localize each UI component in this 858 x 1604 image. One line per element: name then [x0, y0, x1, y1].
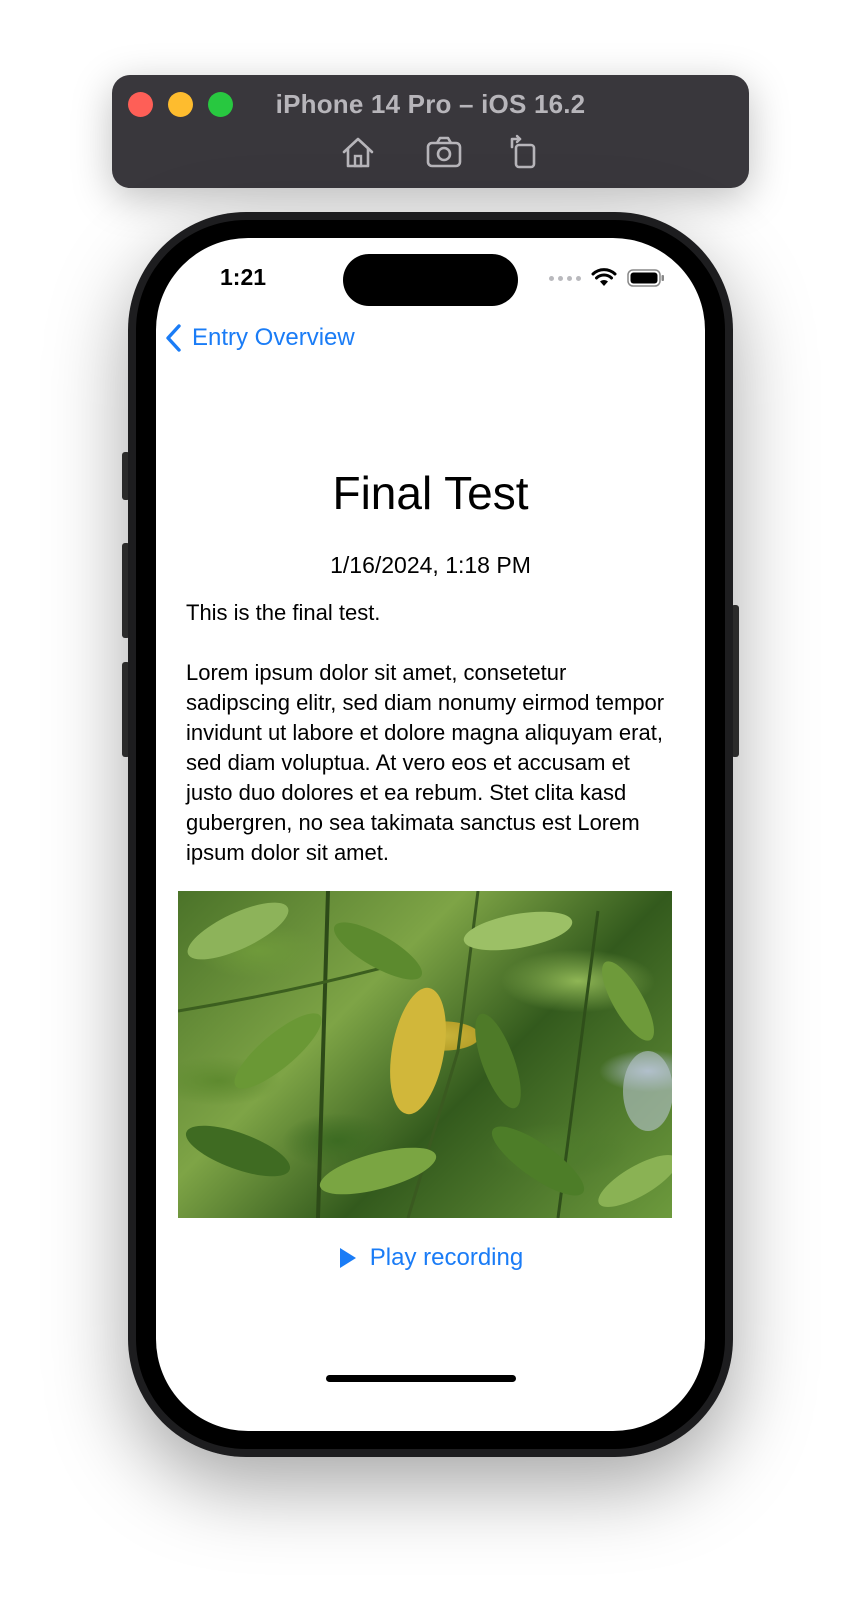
- home-button[interactable]: [338, 133, 378, 171]
- simulator-titlebar: iPhone 14 Pro – iOS 16.2: [112, 75, 749, 188]
- entry-body: Lorem ipsum dolor sit amet, consetetur s…: [186, 660, 665, 865]
- home-icon: [342, 137, 374, 168]
- cellular-icon: [549, 275, 581, 281]
- chevron-left-icon: [166, 324, 181, 352]
- entry-title: Final Test: [332, 467, 529, 519]
- entry-summary: This is the final test.: [186, 600, 381, 625]
- wifi-icon: [591, 268, 617, 286]
- screenshot-icon: [426, 136, 462, 168]
- leaf-photo-illustration: [178, 891, 672, 1218]
- status-time: 1:21: [220, 264, 267, 290]
- dynamic-island: [343, 254, 518, 306]
- play-recording-label: Play recording: [369, 1244, 524, 1271]
- play-recording-button[interactable]: Play recording: [156, 1244, 705, 1272]
- home-indicator[interactable]: [326, 1375, 516, 1382]
- rotate-button[interactable]: [504, 133, 544, 171]
- window-title: iPhone 14 Pro – iOS 16.2: [275, 89, 586, 119]
- status-icons: [549, 268, 665, 288]
- play-icon: [339, 1248, 356, 1268]
- phone-screen: 1:21 Entry Overview Final Test 1/16/2024…: [156, 238, 705, 1431]
- rotate-icon: [510, 134, 536, 169]
- leaf-photo: [178, 891, 672, 1218]
- entry-date: 1/16/2024, 1:18 PM: [330, 552, 531, 578]
- back-label: Entry Overview: [192, 324, 355, 351]
- battery-icon: [627, 269, 664, 287]
- screenshot-button[interactable]: [424, 133, 464, 171]
- back-button[interactable]: Entry Overview: [164, 320, 355, 356]
